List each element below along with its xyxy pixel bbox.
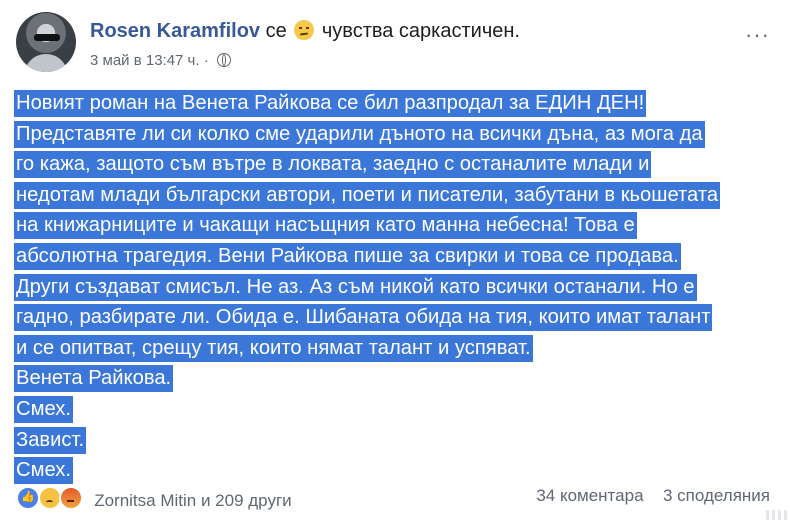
post-text-line: на книжарниците и чакащи насъщния като м… (14, 210, 776, 241)
post-meta: 3 май в 13:47 ч. · (90, 52, 231, 69)
shares-count[interactable]: 3 споделяния (663, 486, 770, 505)
post-text-line: Други създават смисъл. Не аз. Аз съм ник… (14, 272, 776, 303)
post-text-line: и се опитват, срещу тия, които нямат тал… (14, 333, 776, 364)
reactions-summary[interactable]: Zornitsa Mitin и 209 други (16, 486, 292, 511)
post-body[interactable]: Новият роман на Венета Райкова се бил ра… (14, 88, 776, 486)
post-text-line: Венета Райкова. (14, 363, 776, 394)
avatar-glasses (34, 34, 60, 41)
post-text-line: Новият роман на Венета Райкова се бил ра… (14, 88, 776, 119)
scroll-edge-mark (766, 510, 790, 520)
post-text-line: го кажа, защото съм вътре в локвата, зае… (14, 149, 776, 180)
author-name[interactable]: Rosen Karamfilov (90, 20, 260, 42)
post-text-line: Представяте ли си колко сме ударили дъно… (14, 119, 776, 150)
avatar-shirt (24, 54, 68, 72)
post-text-line: недотам млади български автори, поети и … (14, 180, 776, 211)
globe-icon[interactable] (216, 53, 231, 67)
like-icon (16, 486, 40, 510)
feeling-prefix: се (265, 20, 287, 42)
post-text-line: гадно, разбирате ли. Обида е. Шибаната о… (14, 302, 776, 333)
post-stats: 34 коментара 3 споделяния (536, 486, 770, 506)
angry-icon (59, 486, 84, 510)
comments-count[interactable]: 34 коментара (536, 486, 643, 505)
post-text-line: Смех. (14, 394, 776, 425)
reactions-text[interactable]: Zornitsa Mitin и 209 други (94, 491, 291, 510)
more-options-icon[interactable]: ··· (745, 22, 770, 48)
post-text-line: абсолютна трагедия. Вени Райкова пише за… (14, 241, 776, 272)
post-text-line: Завист. (14, 425, 776, 456)
post-timestamp[interactable]: 3 май в 13:47 ч. · (90, 52, 209, 69)
sad-icon (37, 486, 62, 510)
avatar[interactable] (16, 12, 76, 72)
post-text-line: Смех. (14, 455, 776, 486)
post-header: Rosen Karamfilov се чувства саркастичен. (90, 20, 520, 43)
smirk-emoji-icon (294, 20, 315, 40)
feeling-text[interactable]: чувства саркастичен. (322, 20, 520, 42)
